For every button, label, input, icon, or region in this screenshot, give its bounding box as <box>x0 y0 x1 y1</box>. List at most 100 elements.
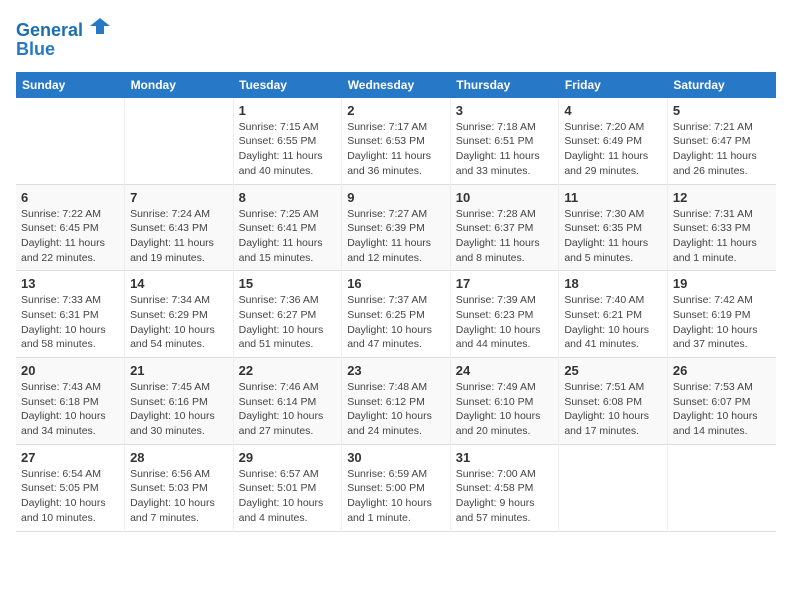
cell-sun-info: Sunrise: 7:53 AMSunset: 6:07 PMDaylight:… <box>673 380 771 439</box>
week-row-3: 13Sunrise: 7:33 AMSunset: 6:31 PMDayligh… <box>16 271 776 358</box>
day-number: 19 <box>673 276 771 291</box>
day-number: 6 <box>21 190 119 205</box>
day-number: 15 <box>239 276 337 291</box>
day-number: 29 <box>239 450 337 465</box>
page-header: General Blue <box>16 16 776 60</box>
cell-sun-info: Sunrise: 7:36 AMSunset: 6:27 PMDaylight:… <box>239 293 337 352</box>
calendar-cell: 23 Sunrise: 7:48 AMSunset: 6:12 PMDayligh… <box>342 358 451 445</box>
cell-sun-info: Sunrise: 7:30 AMSunset: 6:35 PMDaylight:… <box>564 207 662 266</box>
day-number: 10 <box>456 190 554 205</box>
day-number: 4 <box>564 103 662 118</box>
calendar-cell <box>16 98 125 184</box>
day-number: 25 <box>564 363 662 378</box>
cell-sun-info: Sunrise: 7:21 AMSunset: 6:47 PMDaylight:… <box>673 120 771 179</box>
day-number: 3 <box>456 103 554 118</box>
calendar-cell: 26 Sunrise: 7:53 AMSunset: 6:07 PMDayligh… <box>667 358 776 445</box>
day-number: 8 <box>239 190 337 205</box>
cell-sun-info: Sunrise: 6:57 AMSunset: 5:01 PMDaylight:… <box>239 467 337 526</box>
cell-sun-info: Sunrise: 7:27 AMSunset: 6:39 PMDaylight:… <box>347 207 445 266</box>
day-number: 27 <box>21 450 119 465</box>
calendar-header-row: SundayMondayTuesdayWednesdayThursdayFrid… <box>16 72 776 98</box>
cell-sun-info: Sunrise: 6:59 AMSunset: 5:00 PMDaylight:… <box>347 467 445 526</box>
calendar-cell: 6Sunrise: 7:22 AMSunset: 6:45 PMDaylight… <box>16 184 125 271</box>
cell-sun-info: Sunrise: 7:42 AMSunset: 6:19 PMDaylight:… <box>673 293 771 352</box>
day-number: 1 <box>239 103 337 118</box>
cell-sun-info: Sunrise: 7:39 AMSunset: 6:23 PMDaylight:… <box>456 293 554 352</box>
col-header-saturday: Saturday <box>667 72 776 98</box>
cell-sun-info: Sunrise: 7:18 AMSunset: 6:51 PMDaylight:… <box>456 120 554 179</box>
col-header-sunday: Sunday <box>16 72 125 98</box>
day-number: 16 <box>347 276 445 291</box>
calendar-cell: 15 Sunrise: 7:36 AMSunset: 6:27 PMDayligh… <box>233 271 342 358</box>
week-row-4: 20 Sunrise: 7:43 AMSunset: 6:18 PMDayligh… <box>16 358 776 445</box>
calendar-table: SundayMondayTuesdayWednesdayThursdayFrid… <box>16 72 776 532</box>
cell-sun-info: Sunrise: 7:17 AMSunset: 6:53 PMDaylight:… <box>347 120 445 179</box>
calendar-cell: 4 Sunrise: 7:20 AMSunset: 6:49 PMDaylight… <box>559 98 668 184</box>
day-number: 24 <box>456 363 554 378</box>
cell-sun-info: Sunrise: 7:46 AMSunset: 6:14 PMDaylight:… <box>239 380 337 439</box>
calendar-cell: 22Sunrise: 7:46 AMSunset: 6:14 PMDayligh… <box>233 358 342 445</box>
calendar-cell: 20 Sunrise: 7:43 AMSunset: 6:18 PMDayligh… <box>16 358 125 445</box>
logo-text: General <box>16 16 110 41</box>
day-number: 12 <box>673 190 771 205</box>
cell-sun-info: Sunrise: 6:54 AMSunset: 5:05 PMDaylight:… <box>21 467 119 526</box>
calendar-cell: 18 Sunrise: 7:40 AMSunset: 6:21 PMDayligh… <box>559 271 668 358</box>
week-row-1: 1 Sunrise: 7:15 AMSunset: 6:55 PMDaylight… <box>16 98 776 184</box>
calendar-cell: 29 Sunrise: 6:57 AMSunset: 5:01 PMDayligh… <box>233 444 342 531</box>
cell-sun-info: Sunrise: 7:37 AMSunset: 6:25 PMDaylight:… <box>347 293 445 352</box>
cell-sun-info: Sunrise: 7:33 AMSunset: 6:31 PMDaylight:… <box>21 293 119 352</box>
col-header-wednesday: Wednesday <box>342 72 451 98</box>
calendar-cell <box>125 98 234 184</box>
cell-sun-info: Sunrise: 7:31 AMSunset: 6:33 PMDaylight:… <box>673 207 771 266</box>
calendar-cell: 10 Sunrise: 7:28 AMSunset: 6:37 PMDayligh… <box>450 184 559 271</box>
cell-sun-info: Sunrise: 7:24 AMSunset: 6:43 PMDaylight:… <box>130 207 228 266</box>
calendar-cell: 5 Sunrise: 7:21 AMSunset: 6:47 PMDaylight… <box>667 98 776 184</box>
day-number: 31 <box>456 450 554 465</box>
calendar-cell <box>667 444 776 531</box>
cell-sun-info: Sunrise: 7:43 AMSunset: 6:18 PMDaylight:… <box>21 380 119 439</box>
calendar-cell: 12 Sunrise: 7:31 AMSunset: 6:33 PMDayligh… <box>667 184 776 271</box>
cell-sun-info: Sunrise: 6:56 AMSunset: 5:03 PMDaylight:… <box>130 467 228 526</box>
calendar-cell: 3 Sunrise: 7:18 AMSunset: 6:51 PMDaylight… <box>450 98 559 184</box>
cell-sun-info: Sunrise: 7:25 AMSunset: 6:41 PMDaylight:… <box>239 207 337 266</box>
day-number: 26 <box>673 363 771 378</box>
day-number: 28 <box>130 450 228 465</box>
cell-sun-info: Sunrise: 7:00 AMSunset: 4:58 PMDaylight:… <box>456 467 554 526</box>
calendar-cell: 24 Sunrise: 7:49 AMSunset: 6:10 PMDayligh… <box>450 358 559 445</box>
col-header-thursday: Thursday <box>450 72 559 98</box>
calendar-cell: 9 Sunrise: 7:27 AMSunset: 6:39 PMDaylight… <box>342 184 451 271</box>
cell-sun-info: Sunrise: 7:51 AMSunset: 6:08 PMDaylight:… <box>564 380 662 439</box>
col-header-monday: Monday <box>125 72 234 98</box>
calendar-cell: 30Sunrise: 6:59 AMSunset: 5:00 PMDayligh… <box>342 444 451 531</box>
logo-bird-icon <box>90 16 110 36</box>
week-row-2: 6Sunrise: 7:22 AMSunset: 6:45 PMDaylight… <box>16 184 776 271</box>
day-number: 23 <box>347 363 445 378</box>
cell-sun-info: Sunrise: 7:28 AMSunset: 6:37 PMDaylight:… <box>456 207 554 266</box>
col-header-tuesday: Tuesday <box>233 72 342 98</box>
cell-sun-info: Sunrise: 7:40 AMSunset: 6:21 PMDaylight:… <box>564 293 662 352</box>
day-number: 11 <box>564 190 662 205</box>
day-number: 7 <box>130 190 228 205</box>
calendar-cell: 21Sunrise: 7:45 AMSunset: 6:16 PMDayligh… <box>125 358 234 445</box>
calendar-cell: 28 Sunrise: 6:56 AMSunset: 5:03 PMDayligh… <box>125 444 234 531</box>
calendar-cell: 13Sunrise: 7:33 AMSunset: 6:31 PMDayligh… <box>16 271 125 358</box>
cell-sun-info: Sunrise: 7:15 AMSunset: 6:55 PMDaylight:… <box>239 120 337 179</box>
day-number: 21 <box>130 363 228 378</box>
calendar-cell: 31 Sunrise: 7:00 AMSunset: 4:58 PMDayligh… <box>450 444 559 531</box>
day-number: 9 <box>347 190 445 205</box>
day-number: 20 <box>21 363 119 378</box>
calendar-cell: 11 Sunrise: 7:30 AMSunset: 6:35 PMDayligh… <box>559 184 668 271</box>
calendar-cell: 17Sunrise: 7:39 AMSunset: 6:23 PMDayligh… <box>450 271 559 358</box>
calendar-cell: 25 Sunrise: 7:51 AMSunset: 6:08 PMDayligh… <box>559 358 668 445</box>
cell-sun-info: Sunrise: 7:20 AMSunset: 6:49 PMDaylight:… <box>564 120 662 179</box>
logo: General Blue <box>16 16 110 60</box>
week-row-5: 27 Sunrise: 6:54 AMSunset: 5:05 PMDayligh… <box>16 444 776 531</box>
day-number: 18 <box>564 276 662 291</box>
cell-sun-info: Sunrise: 7:49 AMSunset: 6:10 PMDaylight:… <box>456 380 554 439</box>
calendar-cell <box>559 444 668 531</box>
cell-sun-info: Sunrise: 7:48 AMSunset: 6:12 PMDaylight:… <box>347 380 445 439</box>
calendar-cell: 19 Sunrise: 7:42 AMSunset: 6:19 PMDayligh… <box>667 271 776 358</box>
logo-blue: Blue <box>16 39 110 60</box>
calendar-cell: 27 Sunrise: 6:54 AMSunset: 5:05 PMDayligh… <box>16 444 125 531</box>
day-number: 5 <box>673 103 771 118</box>
